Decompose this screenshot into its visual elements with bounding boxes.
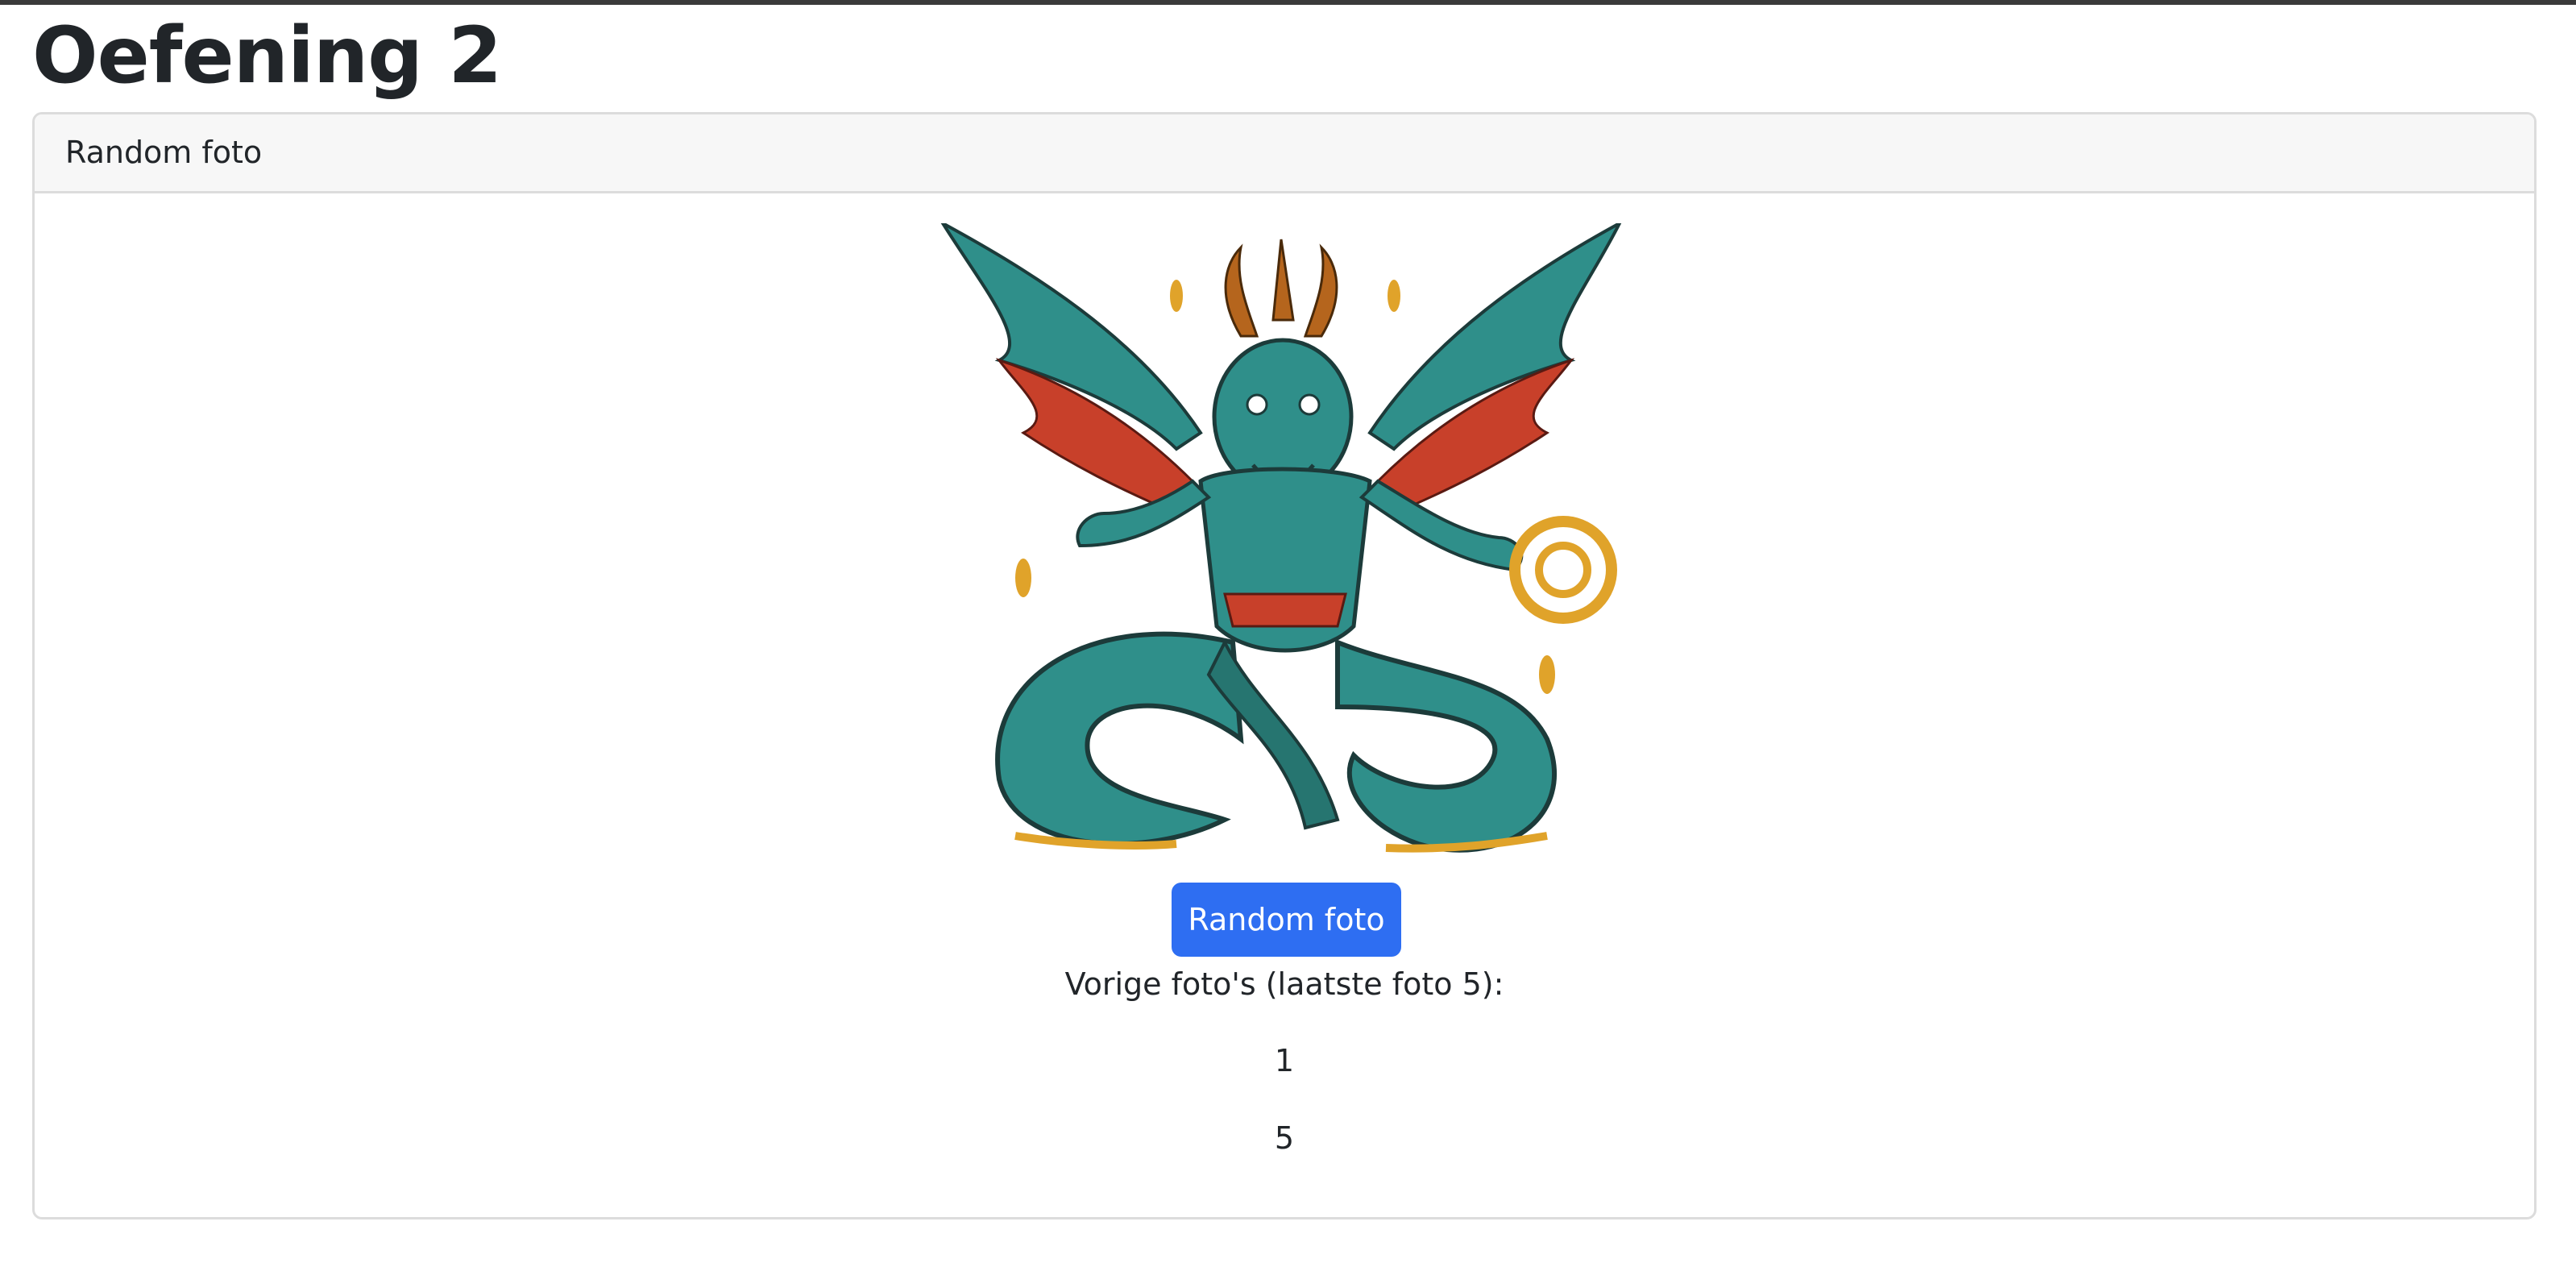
- card-header: Random foto: [35, 114, 2534, 193]
- previous-photos-list: 1 5: [35, 1038, 2534, 1193]
- random-photo-card: Random foto Random foto Vorige foto's (l…: [32, 112, 2537, 1219]
- list-item: 5: [1274, 1120, 1295, 1156]
- previous-photos-label: Vorige foto's (laatste foto 5):: [1064, 966, 1504, 1002]
- random-photo-button[interactable]: Random foto: [1172, 883, 1401, 957]
- list-item: 1: [1274, 1043, 1295, 1078]
- page-title: Oefening 2: [32, 10, 502, 101]
- card-body: Random foto Vorige foto's (laatste foto …: [35, 193, 2534, 1217]
- random-photo-image: [935, 223, 1644, 868]
